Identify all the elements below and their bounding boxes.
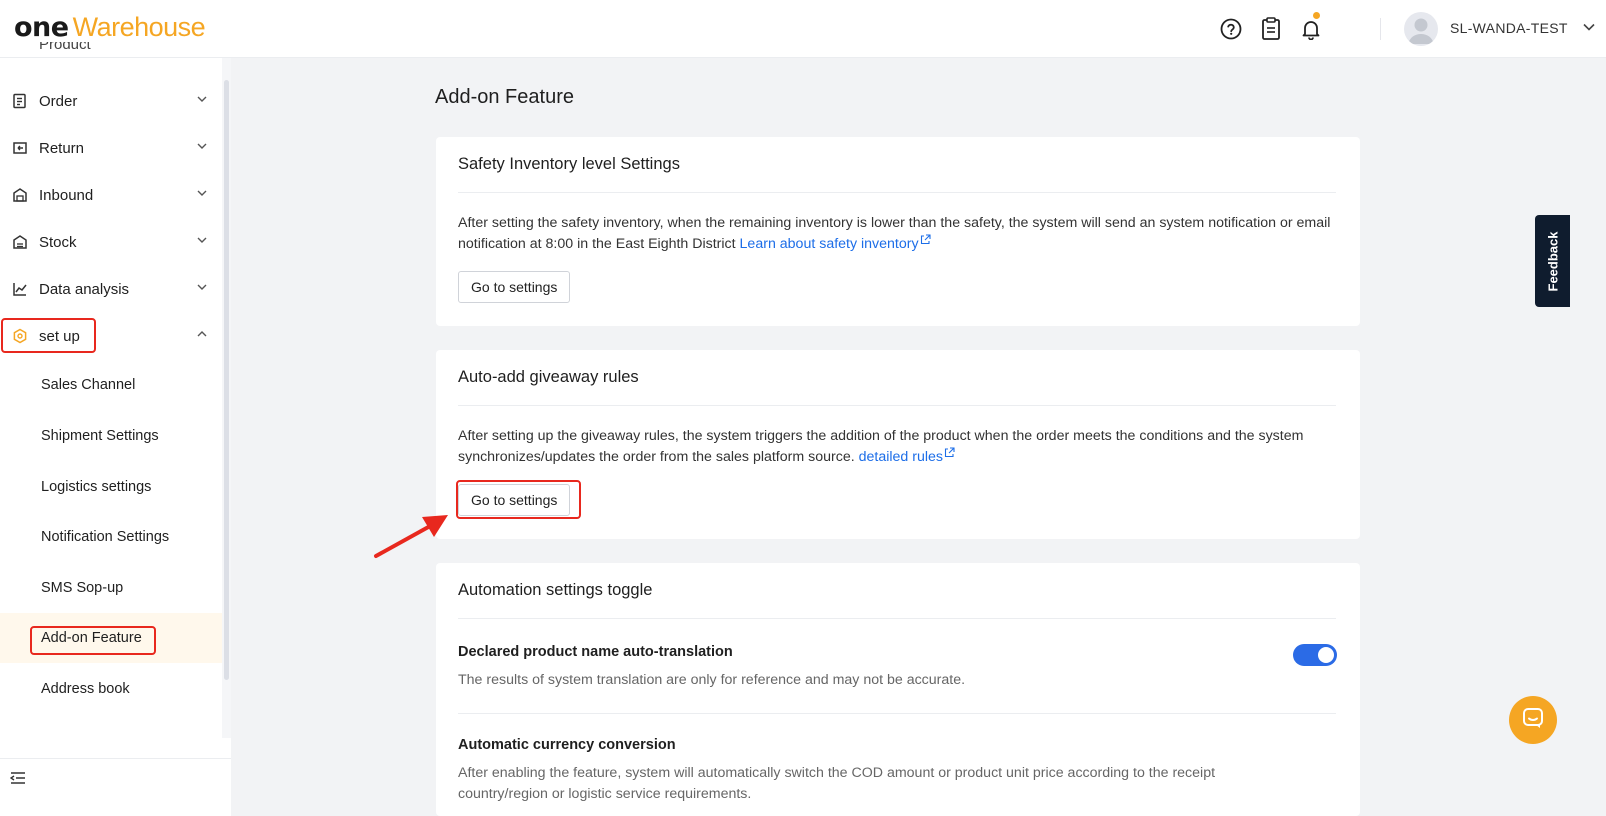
card-automation-settings: Automation settings toggle Declared prod… — [436, 563, 1360, 816]
order-icon — [11, 92, 29, 110]
submenu-label: Address book — [41, 681, 130, 697]
card-title: Safety Inventory level Settings — [458, 155, 680, 173]
sidebar-item-inbound[interactable]: Inbound — [0, 175, 222, 215]
card-divider — [458, 713, 1336, 714]
clipboard-icon[interactable] — [1258, 16, 1284, 42]
card-divider — [458, 618, 1336, 619]
setting-title: Declared product name auto-translation — [458, 644, 733, 660]
sidebar-item-order[interactable]: Order — [0, 81, 222, 121]
submenu-notification-settings[interactable]: Notification Settings — [0, 512, 222, 562]
collapse-menu-icon[interactable] — [9, 771, 26, 790]
feedback-label: Feedback — [1545, 231, 1561, 291]
setting-description: The results of system translation are on… — [458, 672, 966, 688]
link-text: Learn about safety inventory — [739, 236, 919, 252]
header-separator — [1380, 18, 1381, 40]
setting-description: After enabling the feature, system will … — [458, 765, 1216, 802]
submenu-label: Logistics settings — [41, 479, 152, 495]
chevron-down-icon — [196, 186, 208, 204]
chevron-down-icon — [196, 233, 208, 251]
card-description: After setting up the giveaway rules, the… — [458, 426, 1338, 468]
card-divider — [458, 192, 1336, 193]
username-label[interactable]: SL-WANDA-TEST — [1450, 20, 1568, 36]
inbound-icon — [11, 186, 29, 204]
chevron-down-icon — [196, 92, 208, 110]
chat-bubble-icon — [1521, 706, 1545, 735]
top-header: one Warehouse SL-WANDA-TEST — [0, 0, 1606, 58]
logo-one: one — [14, 12, 69, 43]
stock-icon — [11, 233, 29, 251]
return-icon — [11, 139, 29, 157]
submenu-label: SMS Sop-up — [41, 580, 124, 596]
chevron-down-icon — [196, 280, 208, 298]
feedback-tab[interactable]: Feedback — [1535, 215, 1570, 307]
sidebar-footer — [0, 758, 231, 816]
chevron-up-icon — [196, 327, 208, 345]
submenu-address-book[interactable]: Address book — [0, 664, 222, 714]
chevron-down-icon[interactable] — [1582, 20, 1596, 39]
sidebar-item-label: Stock — [39, 233, 77, 251]
card-description: After setting the safety inventory, when… — [458, 213, 1338, 255]
submenu-label: Shipment Settings — [41, 428, 159, 444]
detailed-rules-link[interactable]: detailed rules — [858, 447, 955, 465]
submenu-sales-channel[interactable]: Sales Channel — [0, 360, 222, 410]
logo-warehouse: Warehouse — [72, 12, 206, 42]
sidebar-item-stock[interactable]: Stock — [0, 222, 222, 262]
user-avatar-icon[interactable] — [1404, 12, 1438, 46]
submenu-logistics-settings[interactable]: Logistics settings — [0, 462, 222, 512]
sidebar-item-label: Product — [39, 42, 91, 53]
sidebar-item-label: Data analysis — [39, 280, 130, 298]
external-link-icon — [919, 234, 931, 252]
sidebar-item-label: Order — [39, 92, 78, 110]
card-divider — [458, 405, 1336, 406]
link-text: detailed rules — [858, 449, 944, 465]
submenu-shipment-settings[interactable]: Shipment Settings — [0, 411, 222, 461]
sidebar-item-data-analysis[interactable]: Data analysis — [0, 269, 222, 309]
external-link-icon — [943, 447, 955, 465]
card-title: Auto-add giveaway rules — [458, 368, 639, 386]
bell-icon[interactable] — [1298, 16, 1324, 42]
auto-translation-toggle[interactable] — [1293, 644, 1337, 666]
sidebar-scrollbar-thumb[interactable] — [224, 80, 229, 680]
learn-safety-inventory-link[interactable]: Learn about safety inventory — [739, 234, 931, 252]
card-safety-inventory: Safety Inventory level Settings After se… — [436, 137, 1360, 326]
sidebar-item-label: Inbound — [39, 186, 94, 204]
submenu-label: Sales Channel — [41, 377, 136, 393]
submenu-sms-sop-up[interactable]: SMS Sop-up — [0, 563, 222, 613]
toggle-knob — [1318, 647, 1334, 663]
sidebar-item-return[interactable]: Return — [0, 128, 222, 168]
sidebar-item-label: Return — [39, 139, 85, 157]
annotation-arrow-icon — [374, 515, 448, 558]
submenu-label: Notification Settings — [41, 529, 170, 545]
go-to-settings-button[interactable]: Go to settings — [458, 271, 571, 303]
chat-support-button[interactable] — [1509, 696, 1557, 744]
setting-title: Automatic currency conversion — [458, 737, 676, 753]
sidebar-item-product[interactable]: Product — [0, 42, 222, 58]
help-circle-icon[interactable] — [1218, 16, 1244, 42]
chevron-down-icon — [196, 139, 208, 157]
highlight-box-set-up — [1, 318, 96, 353]
highlight-box-add-on-feature — [30, 626, 156, 655]
app-logo[interactable]: one Warehouse — [14, 12, 206, 44]
page-title: Add-on Feature — [435, 86, 574, 108]
card-title: Automation settings toggle — [458, 581, 653, 599]
highlight-box-go-to-settings — [456, 480, 581, 519]
chart-icon — [11, 280, 29, 298]
